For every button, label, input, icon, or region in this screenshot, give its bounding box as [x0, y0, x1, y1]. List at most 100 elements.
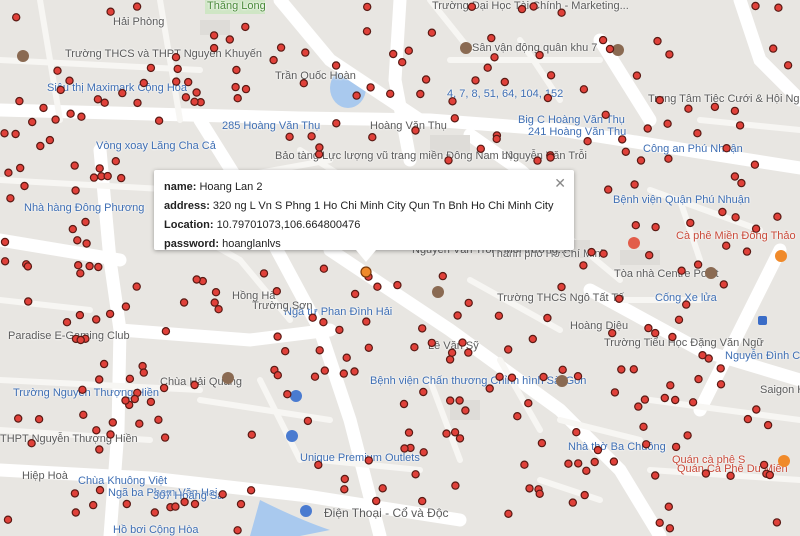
map-marker[interactable] [16, 163, 25, 173]
map-marker[interactable] [446, 396, 455, 405]
map-marker[interactable] [154, 415, 163, 424]
map-marker[interactable] [610, 388, 620, 397]
map-marker[interactable] [666, 381, 675, 390]
map-marker[interactable] [352, 91, 361, 100]
map-marker[interactable] [640, 395, 650, 404]
map-marker[interactable] [573, 372, 583, 381]
map-marker[interactable] [467, 2, 477, 12]
map-marker[interactable] [0, 237, 10, 247]
map-marker[interactable] [520, 460, 529, 469]
map-marker[interactable] [427, 338, 436, 348]
map-marker[interactable] [232, 65, 241, 75]
map-marker[interactable] [546, 71, 556, 80]
map-marker[interactable] [605, 44, 615, 54]
map-marker[interactable] [273, 332, 282, 341]
map-marker[interactable] [490, 53, 499, 62]
map-marker[interactable] [504, 509, 513, 518]
map-marker[interactable] [653, 36, 662, 46]
map-marker[interactable] [135, 419, 144, 428]
map-marker[interactable] [513, 412, 522, 421]
map-marker[interactable] [314, 460, 323, 470]
map-marker[interactable] [372, 496, 381, 506]
map-marker[interactable] [665, 524, 675, 533]
map-marker[interactable] [62, 318, 72, 327]
map-marker[interactable] [737, 178, 746, 188]
map-marker[interactable] [56, 85, 65, 95]
map-marker[interactable] [95, 164, 104, 173]
map-marker[interactable] [106, 430, 115, 439]
map-marker[interactable] [39, 103, 48, 113]
map-marker[interactable] [27, 439, 36, 448]
map-marker[interactable] [582, 466, 591, 475]
map-marker[interactable] [160, 433, 170, 442]
map-marker[interactable] [630, 180, 639, 189]
map-marker[interactable] [664, 502, 674, 511]
map-marker[interactable] [133, 98, 142, 108]
map-marker[interactable] [759, 460, 769, 470]
map-marker[interactable] [319, 318, 328, 327]
map-marker[interactable] [94, 375, 104, 384]
map-marker[interactable] [492, 134, 501, 144]
map-marker[interactable] [190, 380, 199, 390]
map-marker[interactable] [450, 428, 460, 437]
map-marker[interactable] [171, 77, 181, 86]
map-marker[interactable] [269, 55, 278, 65]
map-marker[interactable] [314, 150, 324, 159]
map-marker[interactable] [362, 27, 372, 36]
map-marker[interactable] [735, 121, 745, 130]
map-marker[interactable] [190, 97, 199, 107]
map-marker[interactable] [731, 213, 740, 222]
map-marker[interactable] [564, 459, 573, 468]
map-marker[interactable] [20, 181, 29, 191]
map-marker[interactable] [411, 126, 420, 135]
map-marker[interactable] [283, 390, 292, 399]
map-marker[interactable] [674, 315, 684, 324]
map-marker[interactable] [524, 399, 533, 408]
map-marker[interactable] [125, 374, 135, 383]
map-marker[interactable] [655, 518, 664, 528]
map-marker[interactable] [608, 328, 617, 338]
map-marker[interactable] [404, 46, 413, 55]
map-marker[interactable] [655, 95, 665, 105]
map-marker[interactable] [636, 156, 646, 165]
map-marker[interactable] [671, 442, 681, 452]
map-marker[interactable] [93, 95, 103, 104]
map-marker[interactable] [53, 66, 62, 75]
map-marker[interactable] [3, 515, 13, 524]
map-marker[interactable] [450, 114, 459, 123]
map-marker[interactable] [99, 359, 109, 369]
map-marker[interactable] [651, 471, 660, 480]
map-marker[interactable] [618, 135, 627, 144]
map-marker[interactable] [285, 132, 294, 141]
map-marker[interactable] [122, 499, 132, 509]
map-marker[interactable] [464, 348, 473, 357]
map-marker[interactable] [209, 43, 219, 53]
map-marker[interactable] [546, 153, 555, 162]
map-marker[interactable] [558, 365, 567, 374]
map-marker[interactable] [587, 247, 596, 257]
map-marker[interactable] [364, 456, 373, 465]
map-marker[interactable] [539, 372, 548, 382]
map-marker[interactable] [684, 104, 693, 113]
map-marker[interactable] [726, 471, 735, 480]
map-marker[interactable] [742, 247, 752, 256]
map-marker[interactable] [28, 117, 37, 127]
map-marker[interactable] [171, 53, 181, 62]
map-marker[interactable] [76, 269, 85, 278]
map-marker[interactable] [233, 93, 242, 103]
map-marker[interactable] [543, 313, 552, 323]
map-marker[interactable] [192, 88, 201, 97]
map-marker[interactable] [444, 156, 453, 165]
map-marker[interactable] [750, 160, 760, 169]
map-marker[interactable] [389, 49, 398, 59]
map-marker[interactable] [421, 75, 431, 84]
map-marker[interactable] [507, 373, 517, 382]
map-marker[interactable] [631, 220, 641, 230]
map-marker[interactable] [190, 499, 200, 509]
map-marker[interactable] [677, 266, 686, 275]
map-marker[interactable] [111, 156, 121, 166]
map-marker[interactable] [68, 224, 78, 234]
map-marker[interactable] [464, 298, 473, 308]
map-marker[interactable] [259, 269, 269, 278]
map-marker[interactable] [315, 143, 324, 152]
